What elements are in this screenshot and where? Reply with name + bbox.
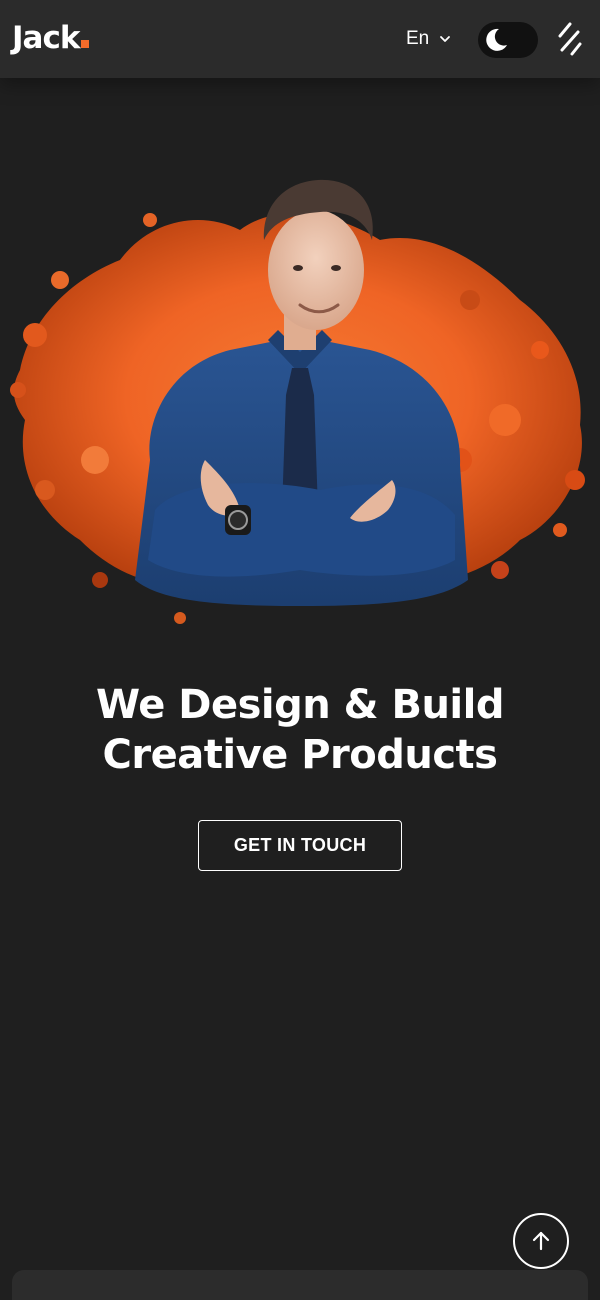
chevron-down-icon <box>440 36 451 42</box>
hero-portrait-image <box>10 179 585 624</box>
language-label: En <box>406 28 430 49</box>
logo-link[interactable]: Jack <box>12 18 90 58</box>
hero-headline: We Design & Build Creative Products <box>0 680 600 780</box>
menu-icon <box>558 22 582 56</box>
bottom-section-card <box>12 1270 588 1300</box>
moon-icon <box>486 28 507 51</box>
headline-line-2: Creative Products <box>102 732 498 778</box>
get-in-touch-button[interactable]: GET IN TOUCH <box>198 820 402 871</box>
arrow-up-icon <box>532 1231 550 1251</box>
theme-toggle[interactable] <box>478 22 538 58</box>
headline-line-1: We Design & Build <box>96 682 504 728</box>
logo-dot <box>81 40 90 48</box>
page: Jack En We Design & Build Creative Produ… <box>0 0 600 1300</box>
site-header: Jack En <box>0 0 600 78</box>
logo-text: Jack <box>12 20 80 56</box>
menu-button[interactable] <box>556 22 582 56</box>
scroll-to-top-button[interactable] <box>513 1213 569 1269</box>
language-selector[interactable]: En <box>406 26 451 52</box>
